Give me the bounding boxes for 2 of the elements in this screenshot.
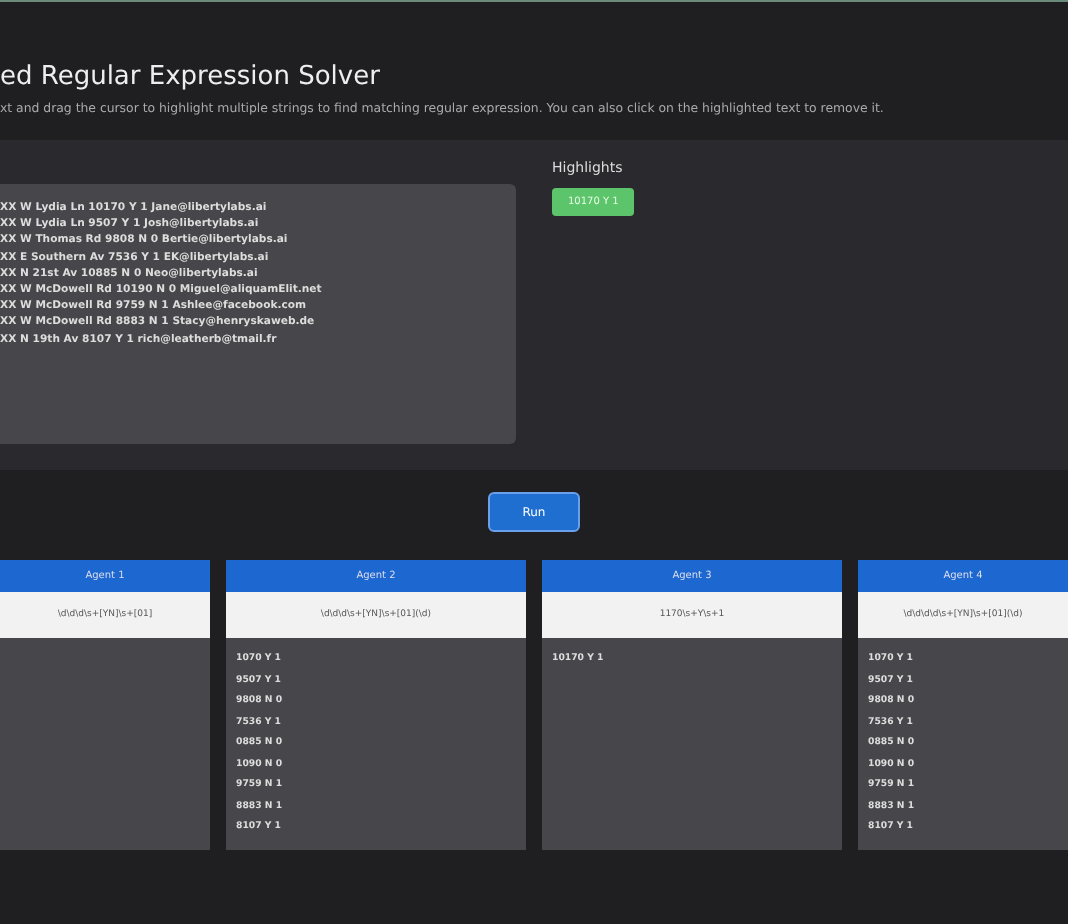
text-area[interactable] — [0, 184, 516, 444]
page-title: ed Regular Expression Solver — [0, 62, 382, 92]
